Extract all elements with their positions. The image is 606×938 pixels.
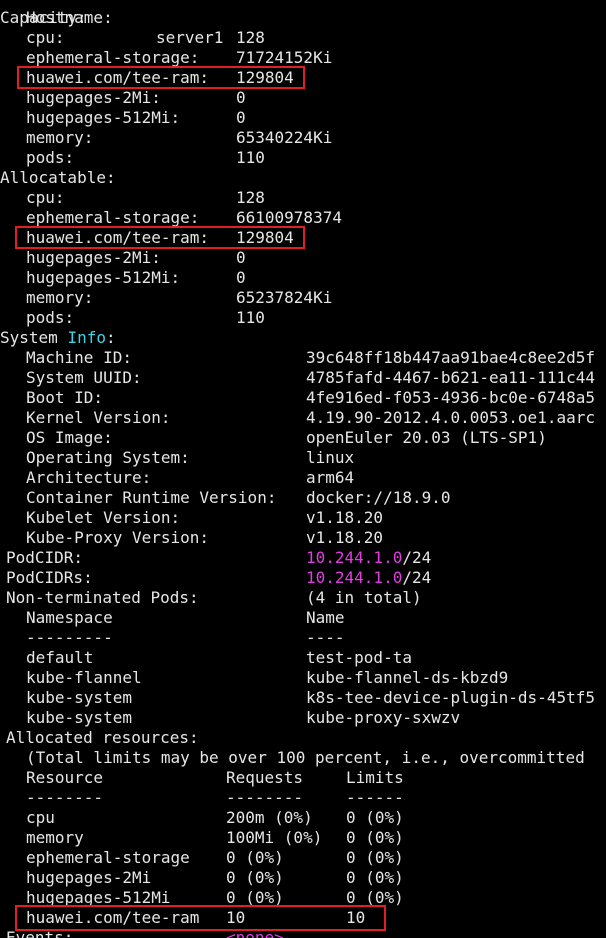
allocated-header-text: Allocated resources: <box>6 728 199 747</box>
allocatable-key: hugepages-512Mi: <box>26 268 181 287</box>
sep-requests: -------- <box>226 788 304 807</box>
pod-namespace: default <box>26 648 94 667</box>
pods-sep-name: ---- <box>306 628 345 647</box>
pods-total: (4 in total) <box>306 588 422 607</box>
allocatable-key: hugepages-2Mi: <box>26 248 161 267</box>
allocated-note-text: (Total limits may be over 100 percent, i… <box>26 748 585 767</box>
system-info-value: docker://18.9.0 <box>306 488 451 507</box>
pod-name: kube-flannel-ds-kbzd9 <box>306 668 509 687</box>
resource-limits: 0 (0%) <box>346 868 404 887</box>
resource-requests: 100Mi (0%) <box>226 828 323 847</box>
allocatable-value: 110 <box>236 308 265 327</box>
pod-namespace: kube-system <box>26 708 132 727</box>
pod-namespace: kube-system <box>26 688 132 707</box>
sep-limits: ------ <box>346 788 404 807</box>
system-info-suffix: : <box>105 328 116 347</box>
system-info-word: Info <box>67 328 106 347</box>
capacity-key: ephemeral-storage: <box>26 48 200 67</box>
highlight-box-allocatable-tee-ram <box>15 226 305 249</box>
system-info-key: Kernel Version: <box>26 408 171 427</box>
system-info-key: Machine ID: <box>26 348 132 367</box>
resource-name: ephemeral-storage <box>26 848 190 867</box>
podcidrs-key: PodCIDRs: <box>6 568 93 587</box>
highlight-box-allocated-tee-ram <box>15 905 386 931</box>
hostname-line: Hostname: server1 <box>0 0 223 47</box>
system-info-key: Container Runtime Version: <box>26 488 277 507</box>
podcidr-value: 10.244.1.0/24 <box>306 548 431 568</box>
capacity-key: cpu: <box>26 28 65 47</box>
pod-name: test-pod-ta <box>306 648 412 667</box>
system-info-key: Boot ID: <box>26 388 104 407</box>
podcidrs-mask: /24 <box>402 568 432 587</box>
system-info-key: Kubelet Version: <box>26 508 181 527</box>
resource-name: hugepages-2Mi <box>26 868 152 887</box>
system-info-value: v1.18.20 <box>306 528 384 547</box>
capacity-header: Capacity: <box>0 8 87 27</box>
system-info-value: 39c648ff18b447aa91bae4c8ee2d5f <box>306 348 595 367</box>
col-requests: Requests <box>226 768 304 787</box>
podcidr-mask: /24 <box>402 548 432 567</box>
allocatable-key: memory: <box>26 288 94 307</box>
system-info-value: 4fe916ed-f053-4936-bc0e-6748a5 <box>306 388 595 407</box>
system-info-key: Operating System: <box>26 448 190 467</box>
col-resource: Resource <box>26 768 104 787</box>
capacity-value: 65340224Ki <box>236 128 333 147</box>
pods-sep-namespace: --------- <box>26 628 113 647</box>
resource-requests: 0 (0%) <box>226 868 284 887</box>
allocatable-header: Allocatable: <box>0 168 116 187</box>
capacity-value: 0 <box>236 108 246 127</box>
pods-col-name: Name <box>306 608 345 627</box>
allocatable-value: 0 <box>236 268 246 287</box>
highlight-box-capacity-tee-ram <box>17 66 305 89</box>
col-limits: Limits <box>346 768 404 787</box>
system-info-key: Kube-Proxy Version: <box>26 528 210 547</box>
capacity-value: 110 <box>236 148 265 167</box>
system-info-value: linux <box>306 448 355 467</box>
allocatable-key: cpu: <box>26 188 65 207</box>
podcidr-ip: 10.244.1.0 <box>306 548 403 567</box>
terminal-output: Hostname: server1 Capacity: cpu: 128 ephe… <box>0 0 606 938</box>
system-info-value: 4785fafd-4467-b621-ea11-111c44 <box>306 368 595 387</box>
resource-name: memory <box>26 828 84 847</box>
podcidr-key: PodCIDR: <box>6 548 84 567</box>
resource-limits: 0 (0%) <box>346 808 404 827</box>
system-info-key: Architecture: <box>26 468 152 487</box>
allocatable-value: 128 <box>236 188 265 207</box>
resource-name: cpu <box>26 808 55 827</box>
capacity-value: 71724152Ki <box>236 48 333 67</box>
allocatable-key: pods: <box>26 308 75 327</box>
podcidrs-value: 10.244.1.0/24 <box>306 568 431 588</box>
system-info-value: openEuler 20.03 (LTS-SP1) <box>306 428 547 447</box>
system-info-value: v1.18.20 <box>306 508 384 527</box>
pods-col-namespace: Namespace <box>26 608 113 627</box>
allocatable-value: 0 <box>236 248 246 267</box>
allocatable-value: 66100978374 <box>236 208 342 227</box>
pod-namespace: kube-flannel <box>26 668 142 687</box>
system-info-key: System UUID: <box>26 368 142 387</box>
system-info-prefix: System <box>0 328 68 347</box>
resource-requests: 0 (0%) <box>226 848 284 867</box>
capacity-key: hugepages-2Mi: <box>26 88 161 107</box>
allocatable-value: 65237824Ki <box>236 288 333 307</box>
system-info-header: System Info: <box>0 328 116 348</box>
pod-name: kube-proxy-sxwzv <box>306 708 461 727</box>
system-info-value: arm64 <box>306 468 355 487</box>
sep-resource: -------- <box>26 788 104 807</box>
system-info-value: 4.19.90-2012.4.0.0053.oe1.aarc <box>306 408 595 427</box>
capacity-value: 0 <box>236 88 246 107</box>
resource-limits: 0 (0%) <box>346 828 404 847</box>
resource-requests: 200m (0%) <box>226 808 313 827</box>
capacity-key: memory: <box>26 128 94 147</box>
pods-header: Non-terminated Pods: <box>6 588 199 607</box>
capacity-key: pods: <box>26 148 75 167</box>
capacity-key: hugepages-512Mi: <box>26 108 181 127</box>
pod-name: k8s-tee-device-plugin-ds-45tf5 <box>306 688 595 707</box>
capacity-value: 128 <box>236 28 265 47</box>
system-info-key: OS Image: <box>26 428 113 447</box>
resource-limits: 0 (0%) <box>346 848 404 867</box>
podcidrs-ip: 10.244.1.0 <box>306 568 403 587</box>
hostname-value: server1 <box>156 28 224 47</box>
allocatable-key: ephemeral-storage: <box>26 208 200 227</box>
